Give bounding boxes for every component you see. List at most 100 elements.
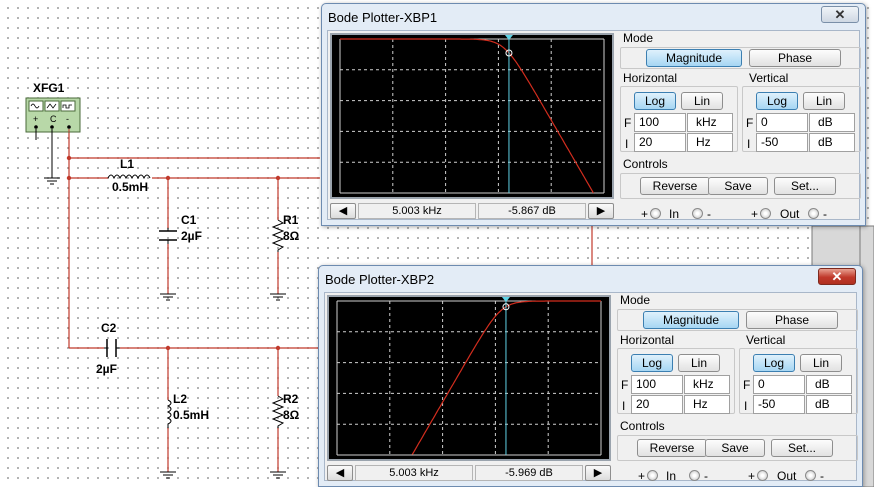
c2-ref: C2 xyxy=(101,321,117,335)
out-plus-sign: + xyxy=(751,207,759,221)
horizontal-final-label: F xyxy=(624,116,632,130)
horizontal-final-unit[interactable]: kHz xyxy=(687,113,733,132)
vertical-final-label: F xyxy=(743,378,751,392)
cursor-readout-bar: ◀ 5.003 kHz -5.969 dB ▶ xyxy=(327,465,611,483)
svg-text:C: C xyxy=(50,114,57,124)
controls-label: Controls xyxy=(623,157,668,171)
horizontal-initial-unit[interactable]: Hz xyxy=(687,133,733,152)
phase-button[interactable]: Phase xyxy=(746,311,838,329)
resistor-r1[interactable] xyxy=(271,219,285,252)
vertical-final-input[interactable]: 0 xyxy=(756,113,808,132)
vertical-lin-button[interactable]: Lin xyxy=(800,354,842,372)
cursor-right-arrow-icon[interactable]: ▶ xyxy=(585,465,611,481)
vertical-initial-input[interactable]: -50 xyxy=(753,395,805,414)
reverse-button[interactable]: Reverse xyxy=(640,177,710,195)
horizontal-log-button[interactable]: Log xyxy=(634,92,676,110)
close-button[interactable]: ✕ xyxy=(818,268,856,285)
l2-value: 0.5mH xyxy=(173,408,209,422)
controls-label: Controls xyxy=(620,419,665,433)
vertical-label: Vertical xyxy=(746,333,786,347)
c1-ref: C1 xyxy=(181,213,197,227)
vertical-lin-button[interactable]: Lin xyxy=(803,92,845,110)
vertical-final-unit[interactable]: dB xyxy=(806,375,852,394)
vertical-initial-unit[interactable]: dB xyxy=(806,395,852,414)
vertical-initial-input[interactable]: -50 xyxy=(756,133,808,152)
r2-value: 8Ω xyxy=(283,408,300,422)
in-minus-terminal-icon[interactable] xyxy=(689,470,700,481)
magnitude-button[interactable]: Magnitude xyxy=(646,49,742,67)
out-minus-sign: - xyxy=(820,469,824,483)
out-minus-terminal-icon[interactable] xyxy=(805,470,816,481)
title-bar[interactable]: Bode Plotter-XBP2 ✕ xyxy=(319,266,862,292)
capacitor-c2[interactable] xyxy=(104,339,120,357)
in-terminal-label: In xyxy=(666,469,677,483)
window-title: Bode Plotter-XBP2 xyxy=(325,272,435,287)
bode-plotter-window-xbp2[interactable]: Bode Plotter-XBP2 ✕ ◀ 5.003 kHz -5.969 d… xyxy=(318,265,863,487)
bode-plot-display[interactable] xyxy=(327,295,611,461)
in-plus-terminal-icon[interactable] xyxy=(647,470,658,481)
phase-button[interactable]: Phase xyxy=(749,49,841,67)
capacitor-c1[interactable] xyxy=(159,228,177,244)
inductor-l1[interactable] xyxy=(107,174,151,180)
mode-label: Mode xyxy=(623,31,654,45)
vertical-final-input[interactable]: 0 xyxy=(753,375,805,394)
r1-ref: R1 xyxy=(283,213,299,227)
cursor-left-arrow-icon[interactable]: ◀ xyxy=(327,465,353,481)
in-plus-terminal-icon[interactable] xyxy=(650,208,661,219)
magnitude-button[interactable]: Magnitude xyxy=(643,311,739,329)
resistor-r2[interactable] xyxy=(271,395,285,428)
set-button[interactable]: Set... xyxy=(774,177,836,195)
plot-grid xyxy=(339,38,605,194)
horizontal-final-unit[interactable]: kHz xyxy=(684,375,730,394)
vertical-log-button[interactable]: Log xyxy=(753,354,795,372)
magnitude-readout: -5.867 dB xyxy=(478,203,586,219)
bode-plotter-window-xbp1[interactable]: Bode Plotter-XBP1 ✕ ◀ 5.003 kHz -5.867 d… xyxy=(321,3,866,226)
in-minus-sign: - xyxy=(707,207,711,221)
vertical-final-unit[interactable]: dB xyxy=(809,113,855,132)
cursor-left-arrow-icon[interactable]: ◀ xyxy=(330,203,356,219)
reverse-button[interactable]: Reverse xyxy=(637,439,707,457)
horizontal-final-input[interactable]: 100 xyxy=(634,113,686,132)
horizontal-lin-button[interactable]: Lin xyxy=(681,92,723,110)
close-button[interactable]: ✕ xyxy=(821,6,859,23)
l1-value: 0.5mH xyxy=(112,180,148,194)
l1-ref: L1 xyxy=(120,157,134,171)
in-plus-sign: + xyxy=(641,207,649,221)
horizontal-initial-input[interactable]: 20 xyxy=(634,133,686,152)
out-terminal-label: Out xyxy=(777,469,797,483)
horizontal-final-input[interactable]: 100 xyxy=(631,375,683,394)
horizontal-label: Horizontal xyxy=(620,333,675,347)
xbp1-instrument-body xyxy=(811,225,863,267)
horizontal-initial-input[interactable]: 20 xyxy=(631,395,683,414)
l2-ref: L2 xyxy=(173,392,187,406)
bode-plot-svg xyxy=(339,35,605,194)
vertical-log-button[interactable]: Log xyxy=(756,92,798,110)
out-minus-terminal-icon[interactable] xyxy=(808,208,819,219)
save-button[interactable]: Save xyxy=(705,439,765,457)
bode-plot-display[interactable] xyxy=(330,33,614,199)
xfg1-label: XFG1 xyxy=(33,81,65,95)
svg-text:-: - xyxy=(66,114,69,124)
in-minus-terminal-icon[interactable] xyxy=(692,208,703,219)
vertical-initial-unit[interactable]: dB xyxy=(809,133,855,152)
wire-junctions xyxy=(66,155,281,351)
in-plus-sign: + xyxy=(638,469,646,483)
in-minus-sign: - xyxy=(704,469,708,483)
horizontal-log-button[interactable]: Log xyxy=(631,354,673,372)
save-button[interactable]: Save xyxy=(708,177,768,195)
cursor-right-arrow-icon[interactable]: ▶ xyxy=(588,203,614,219)
horizontal-initial-unit[interactable]: Hz xyxy=(684,395,730,414)
svg-text:+: + xyxy=(33,114,38,124)
horizontal-label: Horizontal xyxy=(623,71,678,85)
vertical-label: Vertical xyxy=(749,71,789,85)
inductor-l2[interactable] xyxy=(166,399,172,428)
function-generator-xfg1[interactable]: + C - xyxy=(25,97,81,185)
title-bar[interactable]: Bode Plotter-XBP1 ✕ xyxy=(322,4,865,30)
out-plus-terminal-icon[interactable] xyxy=(760,208,771,219)
horizontal-lin-button[interactable]: Lin xyxy=(678,354,720,372)
set-button[interactable]: Set... xyxy=(771,439,833,457)
out-plus-terminal-icon[interactable] xyxy=(757,470,768,481)
window-title: Bode Plotter-XBP1 xyxy=(328,10,438,25)
magnitude-response-curve xyxy=(411,300,601,455)
horizontal-final-label: F xyxy=(621,378,629,392)
